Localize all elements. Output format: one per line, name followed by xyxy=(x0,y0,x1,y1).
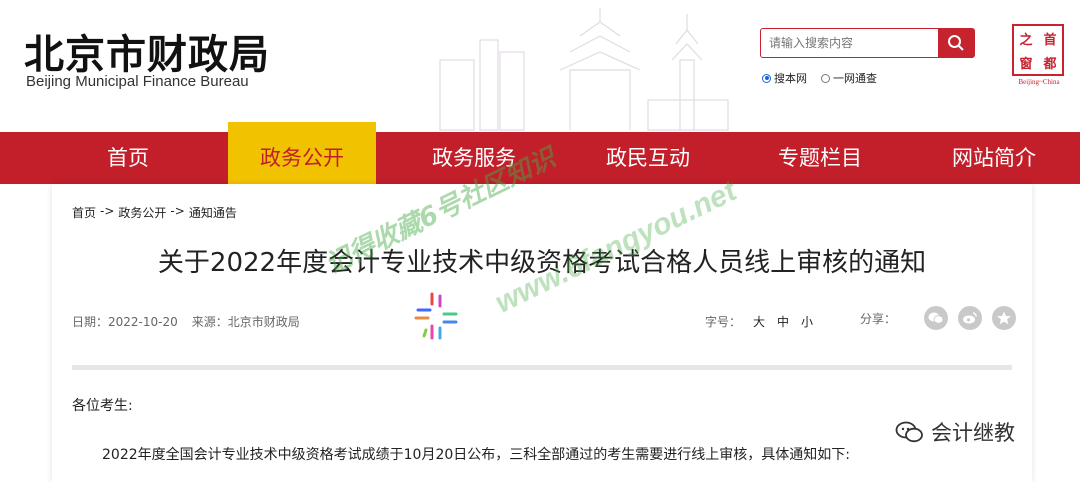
nav-item-gov-affairs[interactable]: 政务公开 xyxy=(228,122,376,184)
breadcrumb: 首页 -> 政务公开 -> 通知通告 xyxy=(72,204,237,221)
search-input[interactable] xyxy=(761,29,939,57)
site-title-cn: 北京市财政局 xyxy=(24,32,270,78)
search-scope: 搜本网 一网通查 xyxy=(762,70,877,86)
article-source: 来源：北京市财政局 xyxy=(192,313,300,330)
nav-item-home[interactable]: 首页 xyxy=(70,132,186,184)
favorite-icon[interactable] xyxy=(992,306,1017,330)
breadcrumb-home[interactable]: 首页 xyxy=(72,204,96,221)
breadcrumb-separator: -> xyxy=(100,204,115,218)
section-divider xyxy=(72,365,1012,370)
date-value: 2022-10-20 xyxy=(108,315,178,329)
breadcrumb-separator: -> xyxy=(170,204,185,218)
watermark-logo-icon xyxy=(414,292,458,340)
font-size-small[interactable]: 小 xyxy=(801,313,813,330)
font-size-large[interactable]: 大 xyxy=(753,313,765,330)
search-icon xyxy=(948,35,964,51)
article-panel: 首页 -> 政务公开 -> 通知通告 关于2022年度会计专业技术中级资格考试合… xyxy=(52,184,1032,482)
font-size-medium[interactable]: 中 xyxy=(777,313,789,330)
article-meta: 日期：2022-10-20 来源：北京市财政局 xyxy=(72,313,300,330)
wechat-icon[interactable] xyxy=(924,306,949,330)
weibo-icon[interactable] xyxy=(958,306,983,330)
seal-char: 之 xyxy=(1019,32,1033,48)
skyline-illustration xyxy=(439,8,729,131)
scope-all-option[interactable]: 一网通查 xyxy=(821,70,877,86)
article-date: 日期：2022-10-20 xyxy=(72,313,178,330)
search-button[interactable] xyxy=(938,29,974,57)
seal-char: 首 xyxy=(1043,32,1057,48)
article-paragraph: 2022年度全国会计专业技术中级资格考试成绩于10月20日公布，三科全部通过的考… xyxy=(102,447,850,463)
font-size-control: 字号： 大 中 小 xyxy=(705,313,813,330)
nav-item-topics[interactable]: 专题栏目 xyxy=(746,132,894,184)
share-bar: 分享： xyxy=(860,306,1017,330)
scope-all-label: 一网通查 xyxy=(833,72,877,85)
capital-window-seal[interactable]: 之 首 窗 都 xyxy=(1012,24,1064,76)
source-label: 来源： xyxy=(191,315,228,329)
wechat-icon xyxy=(895,421,923,443)
breadcrumb-gov-affairs[interactable]: 政务公开 xyxy=(118,204,166,221)
date-label: 日期： xyxy=(72,315,109,329)
scope-site-option[interactable]: 搜本网 xyxy=(762,70,807,86)
seal-char: 窗 xyxy=(1019,56,1033,72)
font-size-label: 字号： xyxy=(705,315,742,329)
search-box xyxy=(760,28,975,58)
site-title-en: Beijing Municipal Finance Bureau xyxy=(26,73,249,90)
wechat-account-badge: 会计继教 xyxy=(895,417,1015,447)
site-header: 北京市财政局 Beijing Municipal Finance Bureau … xyxy=(0,0,1080,132)
nav-item-interaction[interactable]: 政民互动 xyxy=(574,132,722,184)
radio-selected-icon xyxy=(762,73,771,83)
seal-char: 都 xyxy=(1043,56,1057,72)
share-label: 分享： xyxy=(860,311,897,326)
breadcrumb-notices[interactable]: 通知通告 xyxy=(189,204,237,221)
article-greeting: 各位考生: xyxy=(72,398,133,414)
nav-item-about[interactable]: 网站简介 xyxy=(920,132,1068,184)
scope-site-label: 搜本网 xyxy=(774,72,807,85)
seal-caption: Beijing~China xyxy=(1018,78,1060,86)
radio-unselected-icon xyxy=(821,73,830,83)
source-value: 北京市财政局 xyxy=(227,315,300,329)
wechat-account-name: 会计继教 xyxy=(931,421,1015,445)
